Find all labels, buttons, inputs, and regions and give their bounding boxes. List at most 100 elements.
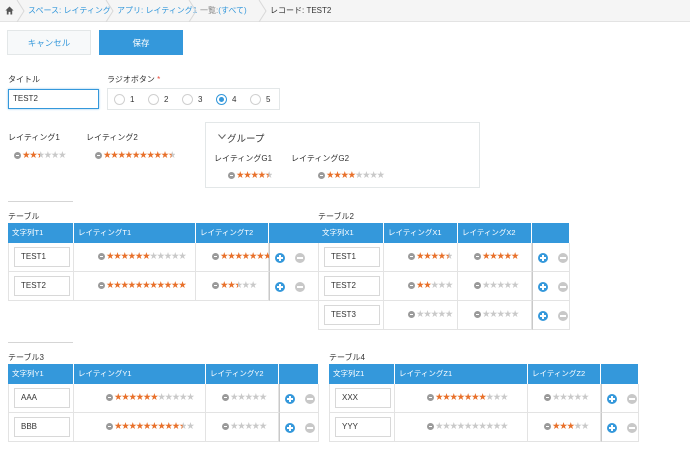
cell-text-input[interactable]: YYY [335, 417, 391, 437]
cell-rating-stars[interactable]: ★★★★★ [222, 392, 268, 403]
title-input[interactable]: TEST2 [8, 89, 99, 109]
star-icon[interactable]: ★ [355, 170, 364, 181]
star-icon[interactable]: ★ [161, 150, 170, 161]
rating-clear-icon[interactable] [14, 151, 21, 159]
rating1-stars[interactable]: ★★★★★★ [14, 150, 67, 161]
star-icon[interactable]: ★ [449, 421, 458, 432]
star-icon[interactable]: ★ [259, 421, 268, 432]
rating-clear-icon[interactable] [228, 171, 235, 179]
breadcrumb-app[interactable]: アプリ: レイティング1 [117, 0, 197, 22]
star-icon[interactable]: ★ [252, 392, 261, 403]
cell-text-input[interactable]: TEST2 [14, 276, 70, 296]
star-icon[interactable]: ★ [172, 392, 181, 403]
cell-rating-stars[interactable]: ★★★★★★★ [212, 252, 272, 262]
star-icon[interactable]: ★ [36, 150, 45, 161]
star-icon[interactable]: ★ [146, 150, 155, 161]
star-icon[interactable]: ★ [566, 392, 575, 403]
chevron-down-icon[interactable] [218, 134, 226, 140]
star-icon[interactable]: ★ [58, 150, 67, 161]
star-icon[interactable]: ★ [457, 421, 466, 432]
cell-rating-stars[interactable]: ★★★★★ [544, 421, 590, 432]
rating-clear-icon[interactable] [474, 310, 481, 318]
star-icon[interactable]: ★ [493, 421, 502, 432]
star-icon[interactable]: ★ [438, 280, 447, 291]
rating-clear-icon[interactable] [222, 393, 229, 401]
star-icon[interactable]: ★ [574, 421, 583, 432]
add-row-icon[interactable] [538, 253, 548, 263]
star-icon[interactable]: ★ [348, 170, 357, 181]
star-icon[interactable]: ★ [154, 150, 163, 161]
star-icon[interactable]: ★ [128, 280, 137, 291]
star-icon[interactable]: ★ [157, 392, 166, 403]
cell-rating-stars[interactable]: ★★★★★★★★★★★ [106, 392, 195, 403]
cell-text-input[interactable]: BBB [14, 417, 70, 437]
breadcrumb-list-link[interactable]: (すべて) [218, 6, 246, 15]
radio-circle-icon[interactable] [148, 94, 159, 105]
rating-clear-icon[interactable] [106, 393, 113, 401]
remove-row-icon[interactable] [627, 423, 637, 433]
cell-text-input[interactable]: AAA [14, 388, 70, 408]
star-icon[interactable]: ★ [496, 251, 505, 262]
cancel-button[interactable]: キャンセル [7, 30, 91, 55]
star-icon[interactable]: ★ [566, 421, 575, 432]
star-icon[interactable]: ★ [164, 251, 173, 262]
star-icon[interactable]: ★ [259, 392, 268, 403]
cell-rating-stars[interactable]: ★★★★★ [212, 280, 258, 291]
remove-row-icon[interactable] [558, 253, 568, 263]
star-icon[interactable]: ★ [242, 280, 251, 291]
star-icon[interactable]: ★ [157, 421, 166, 432]
rating-clear-icon[interactable] [212, 252, 219, 260]
rating-clear-icon[interactable] [106, 422, 113, 430]
star-icon[interactable]: ★ [464, 421, 473, 432]
ratingG2-stars[interactable]: ★★★★★★★★ [318, 170, 385, 181]
add-row-icon[interactable] [285, 423, 295, 433]
star-icon[interactable]: ★ [449, 392, 458, 403]
star-icon[interactable]: ★ [511, 251, 520, 262]
rating-clear-icon[interactable] [474, 281, 481, 289]
star-icon[interactable]: ★ [574, 392, 583, 403]
breadcrumb-space[interactable]: スペース: レイティング [28, 0, 111, 22]
star-icon[interactable]: ★ [157, 280, 166, 291]
cell-text-input[interactable]: XXX [335, 388, 391, 408]
star-icon[interactable]: ★ [165, 421, 174, 432]
add-row-icon[interactable] [538, 311, 548, 321]
star-icon[interactable]: ★ [244, 421, 253, 432]
star-icon[interactable]: ★ [496, 309, 505, 320]
remove-row-icon[interactable] [295, 253, 305, 263]
star-icon[interactable]: ★ [120, 251, 129, 262]
star-icon[interactable]: ★ [164, 280, 173, 291]
cell-rating-stars[interactable]: ★★★★★★★★★★★ [98, 280, 187, 291]
rating-clear-icon[interactable] [408, 281, 415, 289]
rating-clear-icon[interactable] [98, 281, 105, 289]
star-icon[interactable]: ★ [250, 170, 259, 181]
remove-row-icon[interactable] [558, 282, 568, 292]
star-icon[interactable]: ★ [249, 280, 258, 291]
radio-circle-icon[interactable] [250, 94, 261, 105]
star-icon[interactable]: ★ [136, 421, 145, 432]
star-icon[interactable]: ★ [511, 280, 520, 291]
rating-clear-icon[interactable] [318, 171, 325, 179]
star-icon[interactable]: ★ [445, 309, 454, 320]
star-icon[interactable]: ★ [143, 421, 152, 432]
star-icon[interactable]: ★ [136, 392, 145, 403]
star-icon[interactable]: ★ [125, 150, 134, 161]
star-icon[interactable]: ★ [165, 392, 174, 403]
star-icon[interactable]: ★ [157, 251, 166, 262]
star-icon[interactable]: ★ [120, 280, 129, 291]
add-row-icon[interactable] [538, 282, 548, 292]
star-icon[interactable]: ★ [132, 150, 141, 161]
cell-rating-stars[interactable]: ★★★★★ [544, 392, 589, 403]
star-icon[interactable]: ★ [128, 251, 137, 262]
radio-circle-icon[interactable] [216, 94, 227, 105]
star-icon[interactable]: ★ [430, 251, 439, 262]
star-icon[interactable]: ★ [493, 392, 502, 403]
star-icon[interactable]: ★ [464, 392, 473, 403]
radio-circle-icon[interactable] [182, 94, 193, 105]
star-icon[interactable]: ★ [178, 280, 187, 291]
star-icon[interactable]: ★ [438, 251, 447, 262]
star-icon[interactable]: ★ [581, 421, 590, 432]
cell-rating-stars[interactable]: ★★★★★ [222, 421, 268, 432]
cell-text-input[interactable]: TEST1 [324, 247, 380, 267]
rating-clear-icon[interactable] [544, 393, 551, 401]
star-icon[interactable]: ★ [340, 170, 349, 181]
